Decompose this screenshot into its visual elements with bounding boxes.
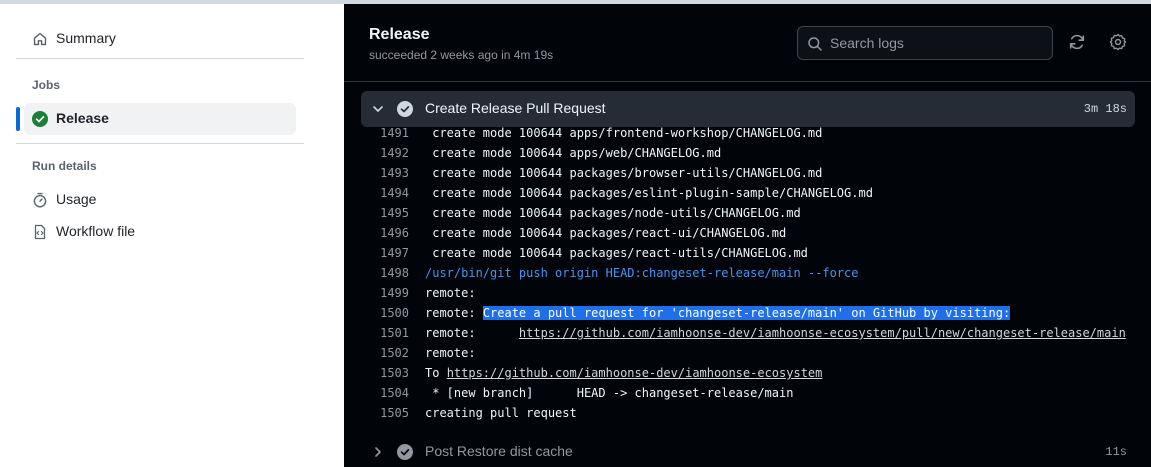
log-line[interactable]: 1492 create mode 100644 apps/web/CHANGEL…: [344, 143, 1151, 163]
active-indicator: [16, 107, 20, 131]
summary-link[interactable]: Summary: [24, 23, 296, 55]
line-text-wrapper: remote: Create a pull request for 'chang…: [425, 303, 1011, 323]
check-circle-fill-icon: [397, 444, 413, 460]
log-line[interactable]: 1497 create mode 100644 packages/react-u…: [344, 243, 1151, 263]
line-number[interactable]: 1499: [344, 283, 409, 303]
search-logs-box[interactable]: [797, 26, 1053, 60]
line-number[interactable]: 1502: [344, 343, 409, 363]
step-post-restore-dist-cache[interactable]: Post Restore dist cache 11s: [361, 435, 1135, 467]
line-prefix: remote:: [425, 306, 483, 320]
job-header: Release succeeded 2 weeks ago in 4m 19s: [344, 4, 1151, 82]
usage-link[interactable]: Usage: [24, 184, 296, 216]
log-line[interactable]: 1494 create mode 100644 packages/eslint-…: [344, 183, 1151, 203]
line-number[interactable]: 1492: [344, 143, 409, 163]
log-line[interactable]: 1491 create mode 100644 apps/frontend-wo…: [344, 127, 1151, 143]
workflow-file-link[interactable]: Workflow file: [24, 216, 296, 248]
line-number[interactable]: 1503: [344, 363, 409, 383]
log-line[interactable]: 1502 remote:: [344, 343, 1151, 363]
log-line[interactable]: 1499 remote:: [344, 283, 1151, 303]
line-text-wrapper: To https://github.com/iamhoonse-dev/iamh…: [425, 363, 822, 383]
jobs-heading: Jobs: [32, 78, 61, 92]
line-prefix: To: [425, 366, 447, 380]
step-title: Create Release Pull Request: [425, 100, 606, 116]
file-code-icon: [32, 224, 48, 240]
line-prefix: remote:: [425, 326, 519, 340]
search-logs-input[interactable]: [830, 33, 1040, 53]
step-create-release-pr[interactable]: Create Release Pull Request 3m 18s: [361, 91, 1135, 127]
line-number[interactable]: 1495: [344, 203, 409, 223]
line-text: * [new branch] HEAD -> changeset-release…: [425, 386, 794, 400]
line-number[interactable]: 1505: [344, 403, 409, 422]
workflow-file-label: Workflow file: [56, 223, 136, 239]
line-text: create mode 100644 packages/browser-util…: [425, 166, 823, 180]
job-status: succeeded 2 weeks ago in 4m 19s: [369, 48, 554, 62]
line-number[interactable]: 1498: [344, 263, 409, 283]
line-number[interactable]: 1497: [344, 243, 409, 263]
line-text: create mode 100644 apps/web/CHANGELOG.md: [425, 146, 722, 160]
chevron-right-icon[interactable]: [371, 445, 385, 459]
repository-link[interactable]: https://github.com/iamhoonse-dev/iamhoon…: [447, 366, 823, 380]
search-icon: [807, 36, 823, 52]
run-details-heading: Run details: [32, 159, 97, 173]
log-line[interactable]: 1495 create mode 100644 packages/node-ut…: [344, 203, 1151, 223]
line-number[interactable]: 1493: [344, 163, 409, 183]
step-duration: 3m 18s: [1083, 102, 1127, 116]
log-line[interactable]: 1493 create mode 100644 packages/browser…: [344, 163, 1151, 183]
step-duration: 11s: [1105, 445, 1127, 459]
log-line[interactable]: 1501 remote: https://github.com/iamhoonse…: [344, 323, 1151, 343]
line-text: create mode 100644 packages/eslint-plugi…: [425, 186, 873, 200]
line-number[interactable]: 1504: [344, 383, 409, 403]
log-line[interactable]: 1503 To https://github.com/iamhoonse-dev/…: [344, 363, 1151, 383]
log-output: 1491 create mode 100644 apps/frontend-wo…: [344, 127, 1151, 422]
line-text: creating pull request: [425, 406, 577, 420]
summary-label: Summary: [56, 30, 116, 46]
job-title: Release: [369, 26, 430, 43]
home-icon: [32, 31, 48, 47]
usage-label: Usage: [56, 191, 97, 207]
line-number[interactable]: 1501: [344, 323, 409, 343]
log-line[interactable]: 1505 creating pull request: [344, 403, 1151, 422]
line-number[interactable]: 1491: [344, 127, 409, 143]
line-text: remote:: [425, 346, 476, 360]
line-number[interactable]: 1500: [344, 303, 409, 323]
line-text: create mode 100644 packages/react-ui/CHA…: [425, 226, 787, 240]
sidebar: Summary Jobs Release Run details Usage W…: [0, 0, 344, 467]
sidebar-divider: [16, 143, 304, 144]
step-title: Post Restore dist cache: [425, 443, 573, 459]
pull-request-link[interactable]: https://github.com/iamhoonse-dev/iamhoon…: [519, 326, 1126, 340]
check-circle-fill-icon: [397, 101, 413, 117]
log-line[interactable]: 1500 remote: Create a pull request for 'c…: [344, 303, 1151, 323]
line-text: create mode 100644 packages/react-utils/…: [425, 246, 808, 260]
stopwatch-icon: [32, 192, 48, 208]
gear-icon[interactable]: [1109, 33, 1127, 51]
release-label: Release: [56, 110, 109, 126]
line-text: create mode 100644 packages/node-utils/C…: [425, 206, 801, 220]
line-text-wrapper: remote: https://github.com/iamhoonse-dev…: [425, 323, 1126, 343]
line-text: create mode 100644 apps/frontend-worksho…: [425, 127, 823, 140]
line-number[interactable]: 1494: [344, 183, 409, 203]
log-line[interactable]: 1496 create mode 100644 packages/react-u…: [344, 223, 1151, 243]
line-text: remote:: [425, 286, 476, 300]
line-number[interactable]: 1496: [344, 223, 409, 243]
chevron-down-icon[interactable]: [371, 102, 385, 116]
job-log-panel: Release succeeded 2 weeks ago in 4m 19s …: [344, 0, 1151, 467]
sidebar-divider: [16, 58, 304, 59]
log-line[interactable]: 1498/usr/bin/git push origin HEAD:change…: [344, 263, 1151, 283]
selected-text: Create a pull request for 'changeset-rel…: [482, 306, 1011, 320]
sync-icon[interactable]: [1068, 33, 1086, 51]
job-item-release[interactable]: Release: [24, 103, 296, 135]
line-command: /usr/bin/git push origin HEAD:changeset-…: [425, 266, 859, 280]
log-line[interactable]: 1504 * [new branch] HEAD -> changeset-re…: [344, 383, 1151, 403]
check-circle-fill-icon: [32, 111, 48, 127]
